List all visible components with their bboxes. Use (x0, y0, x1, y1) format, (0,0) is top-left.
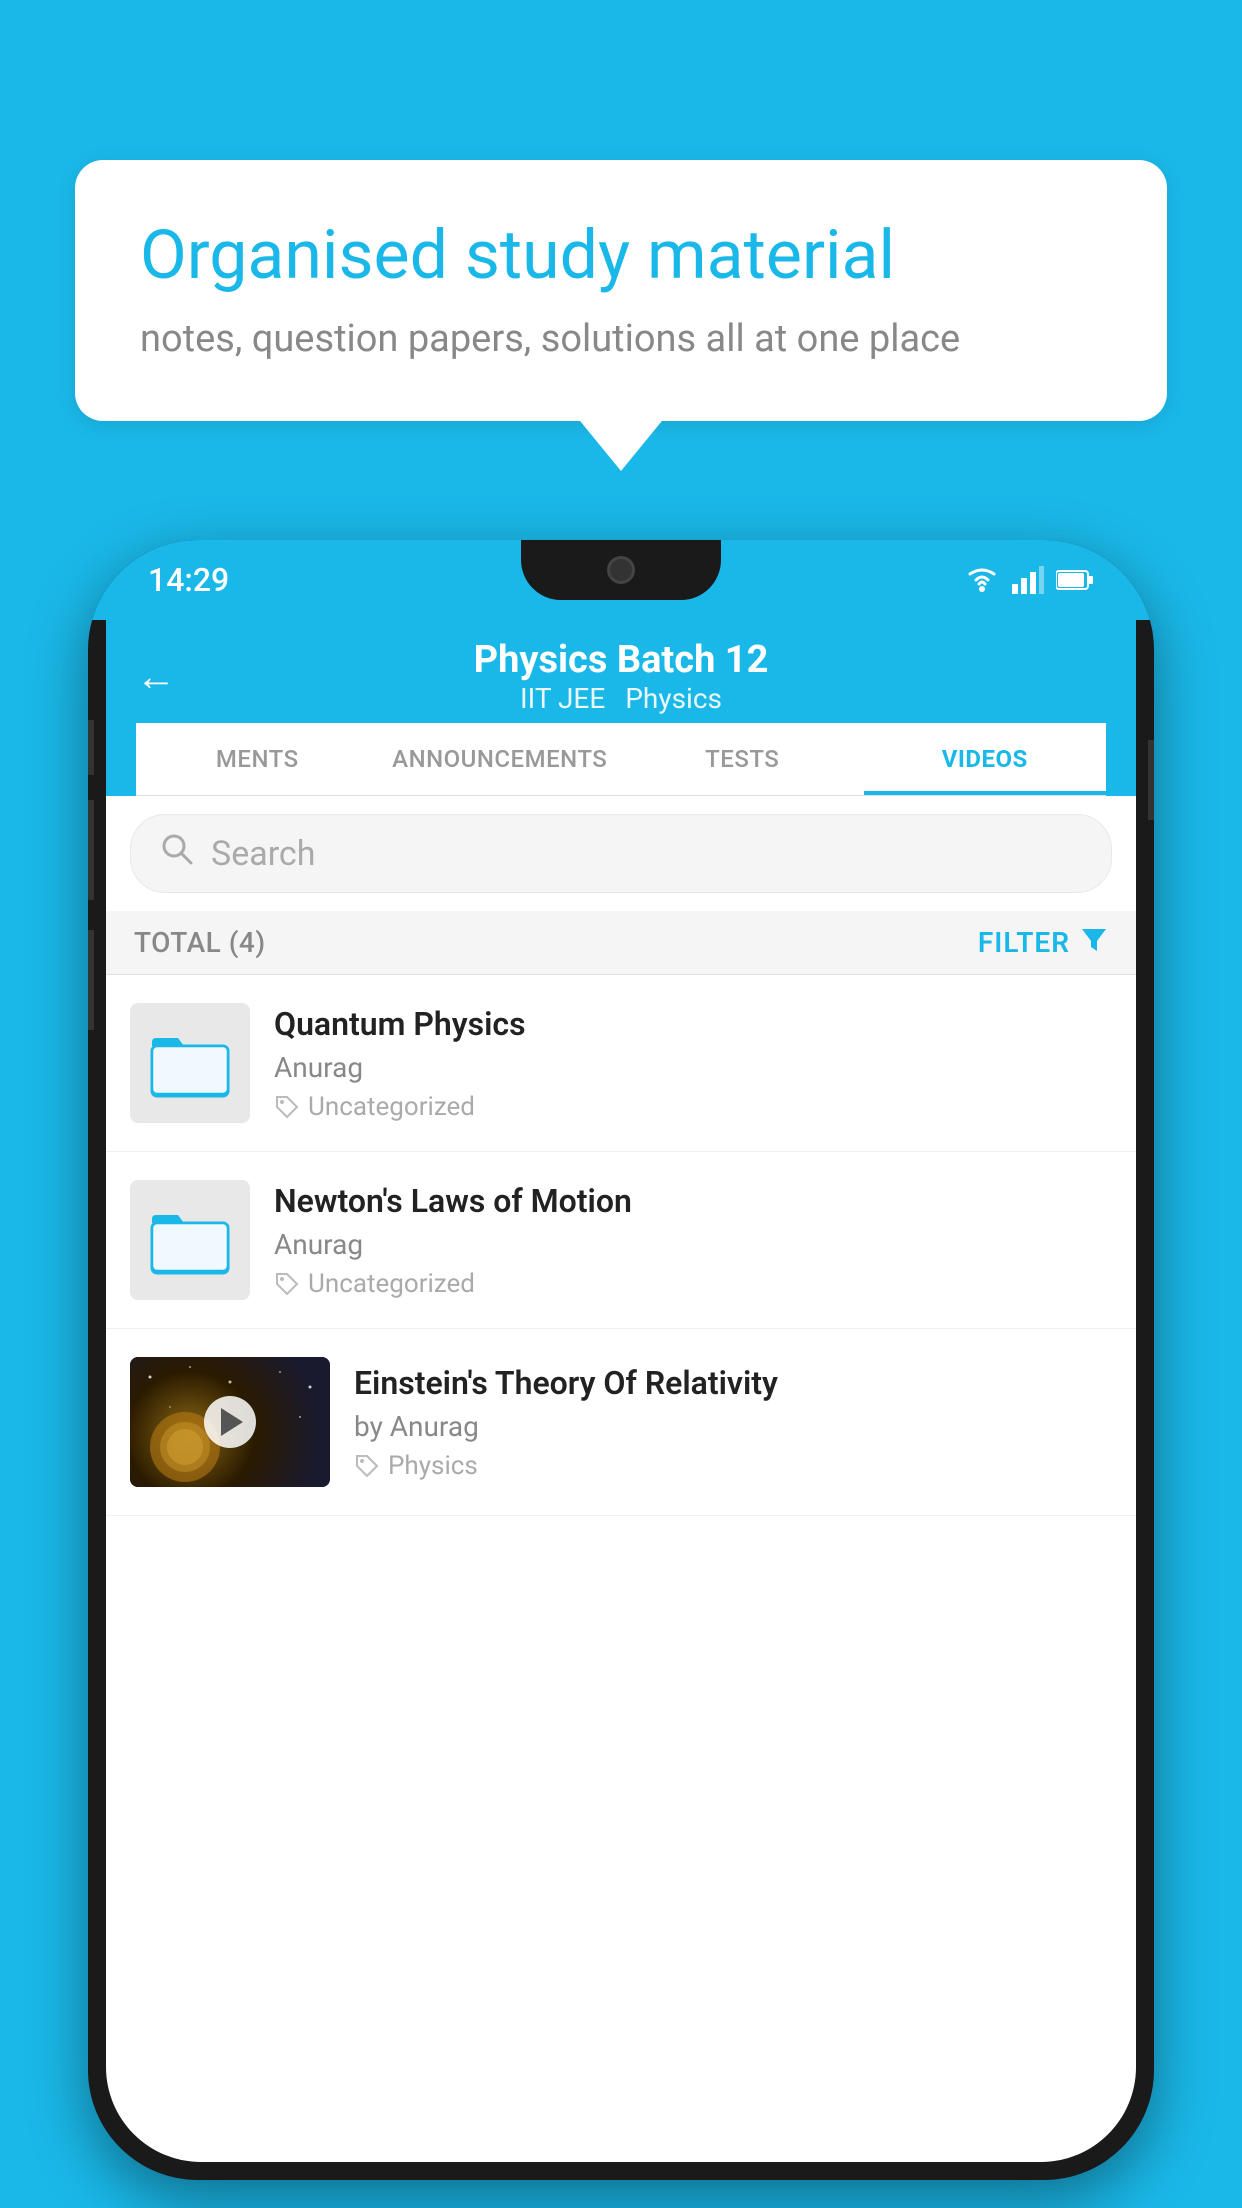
battery-icon (1056, 569, 1094, 591)
app-header-top: ← Physics Batch 12 IIT JEE Physics (136, 638, 1106, 723)
video-tag-3: Physics (354, 1451, 1112, 1481)
video-list: Quantum Physics Anurag Uncategorized (106, 975, 1136, 1516)
video-title-3: Einstein's Theory Of Relativity (354, 1364, 1112, 1402)
folder-icon-wrapper (150, 1028, 230, 1098)
video-item[interactable]: Newton's Laws of Motion Anurag Uncategor… (106, 1152, 1136, 1329)
speech-bubble: Organised study material notes, question… (75, 160, 1167, 421)
folder-icon-wrapper-2 (150, 1205, 230, 1275)
speech-bubble-subtitle: notes, question papers, solutions all at… (140, 317, 1102, 361)
phone-screen: ← Physics Batch 12 IIT JEE Physics MENTS… (106, 620, 1136, 2162)
wifi-icon (964, 566, 1000, 594)
app-header: ← Physics Batch 12 IIT JEE Physics MENTS… (106, 620, 1136, 796)
video-thumb-1 (130, 1003, 250, 1123)
video-thumb-2 (130, 1180, 250, 1300)
filter-icon (1080, 925, 1108, 960)
video-author-3: by Anurag (354, 1410, 1112, 1443)
tab-videos[interactable]: VIDEOS (864, 723, 1107, 795)
video-item-info-2: Newton's Laws of Motion Anurag Uncategor… (274, 1182, 1112, 1299)
subtitle-physics: Physics (625, 682, 722, 715)
play-triangle (221, 1408, 243, 1436)
status-time: 14:29 (148, 561, 229, 599)
folder-icon (150, 1028, 230, 1098)
tag-icon (274, 1094, 300, 1120)
video-author-1: Anurag (274, 1051, 1112, 1084)
tab-tests[interactable]: TESTS (621, 723, 864, 795)
phone-notch (521, 540, 721, 600)
speech-bubble-title: Organised study material (140, 215, 1102, 297)
app-header-title: Physics Batch 12 IIT JEE Physics (474, 638, 769, 715)
phone-volume-up-button (88, 800, 94, 900)
search-container: Search (106, 796, 1136, 911)
batch-subtitle: IIT JEE Physics (474, 682, 769, 715)
phone-power-button (1148, 740, 1154, 820)
search-icon (159, 831, 195, 876)
filter-row: TOTAL (4) FILTER (106, 911, 1136, 975)
video-title-2: Newton's Laws of Motion (274, 1182, 1112, 1220)
status-icons (964, 566, 1094, 594)
tab-ments[interactable]: MENTS (136, 723, 379, 795)
video-title-1: Quantum Physics (274, 1005, 1112, 1043)
back-button[interactable]: ← (136, 653, 176, 700)
tag-icon-3 (354, 1453, 380, 1479)
phone-volume-down-button (88, 930, 94, 1030)
batch-title: Physics Batch 12 (474, 638, 769, 682)
tag-icon-2 (274, 1271, 300, 1297)
video-tag-2: Uncategorized (274, 1269, 1112, 1299)
filter-button[interactable]: FILTER (978, 925, 1108, 960)
total-count: TOTAL (4) (134, 926, 266, 959)
video-author-2: Anurag (274, 1228, 1112, 1261)
phone-camera (607, 556, 635, 584)
filter-label: FILTER (978, 926, 1070, 959)
subtitle-iit: IIT JEE (520, 682, 605, 715)
video-item[interactable]: Quantum Physics Anurag Uncategorized (106, 975, 1136, 1152)
video-thumbnail-3 (130, 1357, 330, 1487)
folder-icon-2 (150, 1205, 230, 1275)
video-item-info-1: Quantum Physics Anurag Uncategorized (274, 1005, 1112, 1122)
search-bar[interactable]: Search (130, 814, 1112, 893)
phone-frame: 14:29 ← (88, 540, 1154, 2180)
tab-bar: MENTS ANNOUNCEMENTS TESTS VIDEOS (136, 723, 1106, 796)
tab-announcements[interactable]: ANNOUNCEMENTS (379, 723, 622, 795)
play-button[interactable] (204, 1396, 256, 1448)
signal-icon (1012, 566, 1044, 594)
search-placeholder: Search (211, 834, 315, 874)
phone-side-button-1 (88, 720, 94, 775)
video-item-info-3: Einstein's Theory Of Relativity by Anura… (354, 1364, 1112, 1481)
video-item[interactable]: Einstein's Theory Of Relativity by Anura… (106, 1329, 1136, 1516)
video-tag-1: Uncategorized (274, 1092, 1112, 1122)
